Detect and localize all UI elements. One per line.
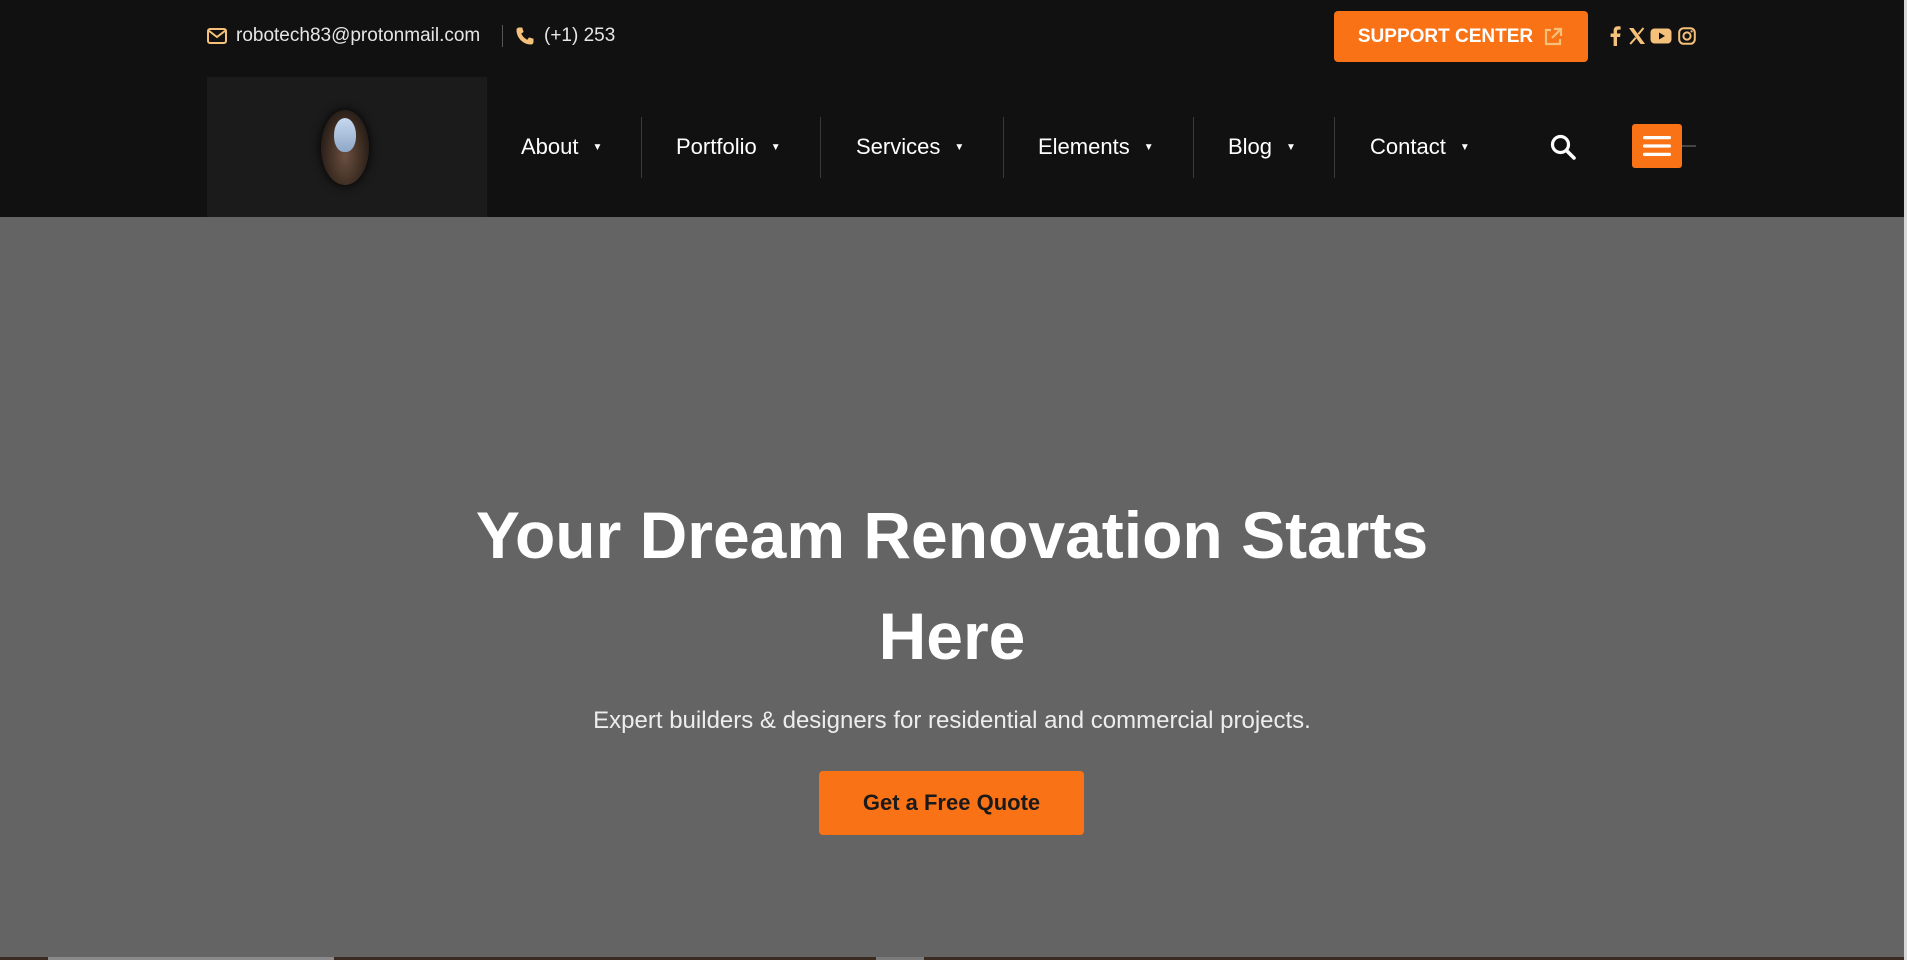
facebook-icon[interactable]	[1604, 24, 1626, 48]
hamburger-menu-button[interactable]	[1632, 124, 1682, 168]
caret-down-icon: ▼	[592, 141, 603, 153]
hero-title-line-2: Here	[878, 599, 1026, 673]
nav-elements[interactable]: Elements ▼	[1038, 117, 1154, 177]
nav-divider	[1334, 117, 1335, 178]
phone-text: (+1) 253	[544, 25, 616, 46]
nav-label: About	[521, 134, 579, 159]
email-text: robotech83@protonmail.com	[236, 25, 481, 46]
nav-portfolio[interactable]: Portfolio ▼	[676, 117, 781, 177]
mask-graphic	[334, 118, 356, 152]
site-logo[interactable]	[207, 77, 487, 217]
support-center-label: SUPPORT CENTER	[1357, 25, 1534, 47]
logo-image	[321, 110, 369, 185]
caret-down-icon: ▼	[1459, 141, 1470, 153]
get-free-quote-button[interactable]: Get a Free Quote	[819, 771, 1084, 835]
caret-down-icon: ▼	[1143, 141, 1154, 153]
envelope-icon	[207, 28, 227, 44]
search-icon[interactable]	[1547, 131, 1579, 163]
nav-label: Blog	[1228, 134, 1273, 159]
nav-label: Elements	[1038, 134, 1130, 159]
caret-down-icon: ▼	[954, 141, 965, 153]
external-link-icon	[1542, 26, 1564, 48]
hero-title-line-1: Your Dream Renovation Starts	[475, 498, 1429, 572]
x-icon[interactable]	[1626, 24, 1648, 48]
instagram-icon[interactable]	[1676, 24, 1698, 48]
email-contact[interactable]: robotech83@protonmail.com	[207, 22, 480, 50]
hero-title: Your Dream Renovation Starts Here	[0, 485, 1904, 687]
nav-label: Portfolio	[676, 134, 757, 159]
youtube-icon[interactable]	[1650, 24, 1672, 48]
nav-label: Services	[856, 134, 941, 159]
nav-divider	[641, 117, 642, 178]
nav-services[interactable]: Services ▼	[856, 117, 964, 177]
site-header: robotech83@protonmail.com (+1) 253 SUPPO…	[0, 0, 1904, 217]
hamburger-icon	[1643, 136, 1671, 156]
top-bar: robotech83@protonmail.com (+1) 253 SUPPO…	[0, 0, 1904, 72]
nav-contact[interactable]: Contact ▼	[1370, 117, 1470, 177]
nav-divider	[1003, 117, 1004, 178]
nav-label: Contact	[1370, 134, 1446, 159]
support-center-button[interactable]: SUPPORT CENTER	[1334, 11, 1588, 62]
menu-accent-line	[1682, 145, 1696, 147]
hero-section: Your Dream Renovation Starts Here Expert…	[0, 217, 1904, 957]
nav-divider	[1193, 117, 1194, 178]
nav-about[interactable]: About ▼	[521, 117, 602, 177]
phone-contact[interactable]: (+1) 253	[515, 22, 615, 50]
caret-down-icon: ▼	[770, 141, 781, 153]
nav-blog[interactable]: Blog ▼	[1228, 117, 1296, 177]
contact-divider	[502, 25, 503, 47]
phone-icon	[515, 26, 535, 46]
nav-divider	[820, 117, 821, 178]
caret-down-icon: ▼	[1286, 141, 1296, 153]
hero-subtitle: Expert builders & designers for resident…	[593, 707, 1311, 734]
